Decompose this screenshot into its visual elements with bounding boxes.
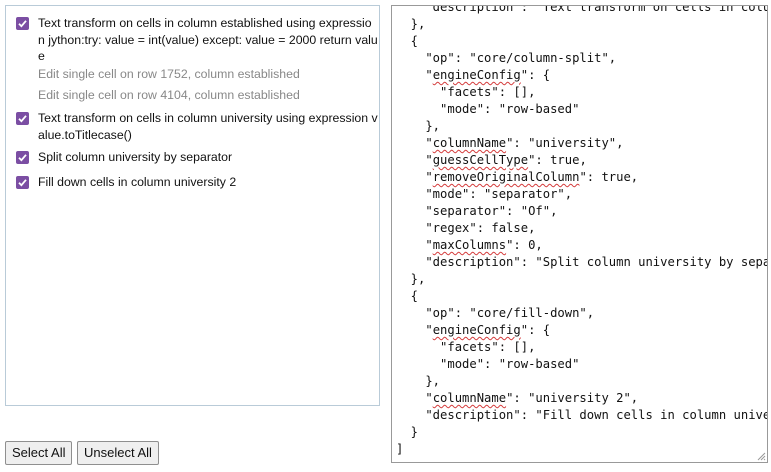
json-line: "mode": "row-based" xyxy=(396,102,580,116)
json-line: ] xyxy=(396,442,404,456)
json-line: "mode": "separator", xyxy=(396,187,573,201)
json-line: "op": "core/fill-down", xyxy=(396,306,595,320)
json-line: "columnName": "university 2", xyxy=(396,391,639,405)
json-line: }, xyxy=(396,272,426,286)
select-all-button[interactable]: Select All xyxy=(5,441,73,465)
json-line: "separator": "Of", xyxy=(396,204,558,218)
operation-label: Split column university by separator xyxy=(38,150,233,164)
operation-label: Fill down cells in column university 2 xyxy=(38,175,237,189)
json-line: "description": "Text transform on cells … xyxy=(425,5,767,14)
json-line: "columnName": "university", xyxy=(396,136,624,150)
unselect-all-button[interactable]: Unselect All xyxy=(77,441,159,465)
resize-grip-icon[interactable] xyxy=(756,451,766,461)
operation-item[interactable]: Fill down cells in column university 2 xyxy=(14,174,374,192)
json-line: "engineConfig": { xyxy=(396,68,551,82)
json-line: "guessCellType": true, xyxy=(396,153,587,167)
operation-item-unchecked[interactable]: Edit single cell on row 1752, column est… xyxy=(38,66,300,82)
json-line: "mode": "row-based" xyxy=(396,357,580,371)
checkbox-checked[interactable] xyxy=(16,151,29,164)
checkbox-checked[interactable] xyxy=(16,176,29,189)
json-line: "facets": [], xyxy=(396,340,536,354)
json-line: "engineConfig": { xyxy=(396,323,551,337)
operation-item-unchecked[interactable]: Edit single cell on row 4104, column est… xyxy=(38,87,300,103)
json-line: }, xyxy=(396,374,441,388)
json-line: "facets": [], xyxy=(396,85,536,99)
json-line: "description": "Fill down cells in colum… xyxy=(425,408,768,422)
operation-item[interactable]: Split column university by separator xyxy=(14,149,374,167)
json-line: }, xyxy=(396,119,441,133)
operation-item[interactable]: Text transform on cells in column univer… xyxy=(14,110,378,144)
json-line: "removeOriginalColumn": true, xyxy=(396,170,639,184)
json-textarea[interactable]: "description": "Text transform on cells … xyxy=(391,5,768,463)
checkbox-checked[interactable] xyxy=(16,112,29,125)
checkbox-checked[interactable] xyxy=(16,17,29,30)
json-line: "regex": false, xyxy=(396,221,536,235)
json-line: "op": "core/column-split", xyxy=(396,51,617,65)
operation-label: Text transform on cells in column establ… xyxy=(38,16,378,63)
operation-item[interactable]: Text transform on cells in column establ… xyxy=(14,15,378,67)
operations-list: Text transform on cells in column establ… xyxy=(5,5,380,406)
json-line: "description": "Split column university … xyxy=(425,255,767,269)
json-line: }, xyxy=(396,17,426,31)
json-line: } xyxy=(396,425,419,439)
json-line: { xyxy=(396,289,419,303)
json-line: { xyxy=(396,34,419,48)
json-line: "maxColumns": 0, xyxy=(396,238,543,252)
operation-label: Text transform on cells in column univer… xyxy=(38,111,378,142)
